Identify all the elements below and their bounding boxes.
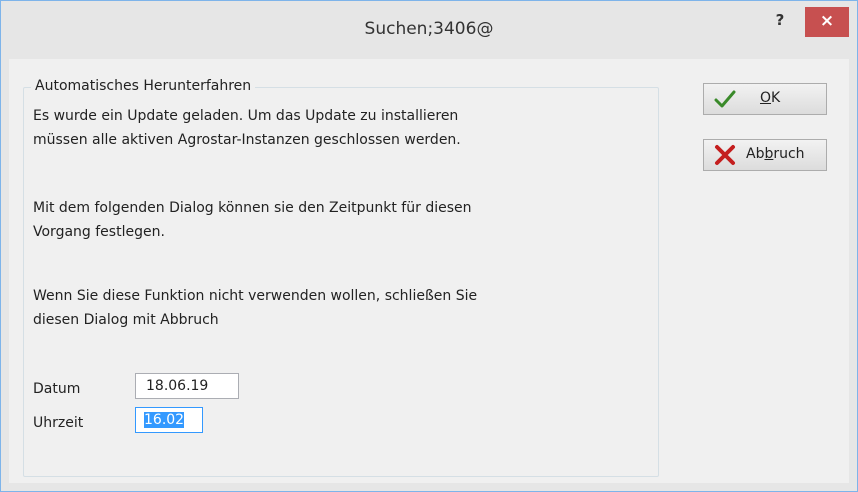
cancel-label: Abbruch	[746, 146, 805, 162]
checkmark-icon	[714, 90, 736, 108]
ok-button[interactable]: OK	[703, 83, 827, 115]
message-line: Vorgang festlegen.	[33, 224, 165, 240]
time-field[interactable]: 16.02	[135, 407, 203, 433]
time-label: Uhrzeit	[33, 415, 84, 431]
title-bar[interactable]: Suchen;3406@ ? ×	[1, 1, 857, 59]
red-x-icon	[715, 145, 735, 165]
message-line: Es wurde ein Update geladen. Um das Upda…	[33, 108, 459, 124]
help-button[interactable]: ?	[765, 7, 795, 37]
message-line: müssen alle aktiven Agrostar-Instanzen g…	[33, 132, 461, 148]
group-title: Automatisches Herunterfahren	[31, 78, 256, 94]
date-label: Datum	[33, 381, 81, 397]
dialog-client-area: Automatisches Herunterfahren Es wurde ei…	[9, 59, 849, 483]
date-field[interactable]: 18.06.19	[135, 373, 239, 399]
window-title: Suchen;3406@	[364, 19, 494, 39]
message-line: Mit dem folgenden Dialog können sie den …	[33, 200, 472, 216]
close-button[interactable]: ×	[805, 7, 849, 37]
cancel-button[interactable]: Abbruch	[703, 139, 827, 171]
message-line: Wenn Sie diese Funktion nicht verwenden …	[33, 288, 478, 304]
ok-label: OK	[760, 90, 781, 106]
dialog-window: Suchen;3406@ ? × Automatisches Herunterf…	[0, 0, 858, 492]
message-line: diesen Dialog mit Abbruch	[33, 312, 219, 328]
time-value-selected: 16.02	[144, 412, 185, 428]
